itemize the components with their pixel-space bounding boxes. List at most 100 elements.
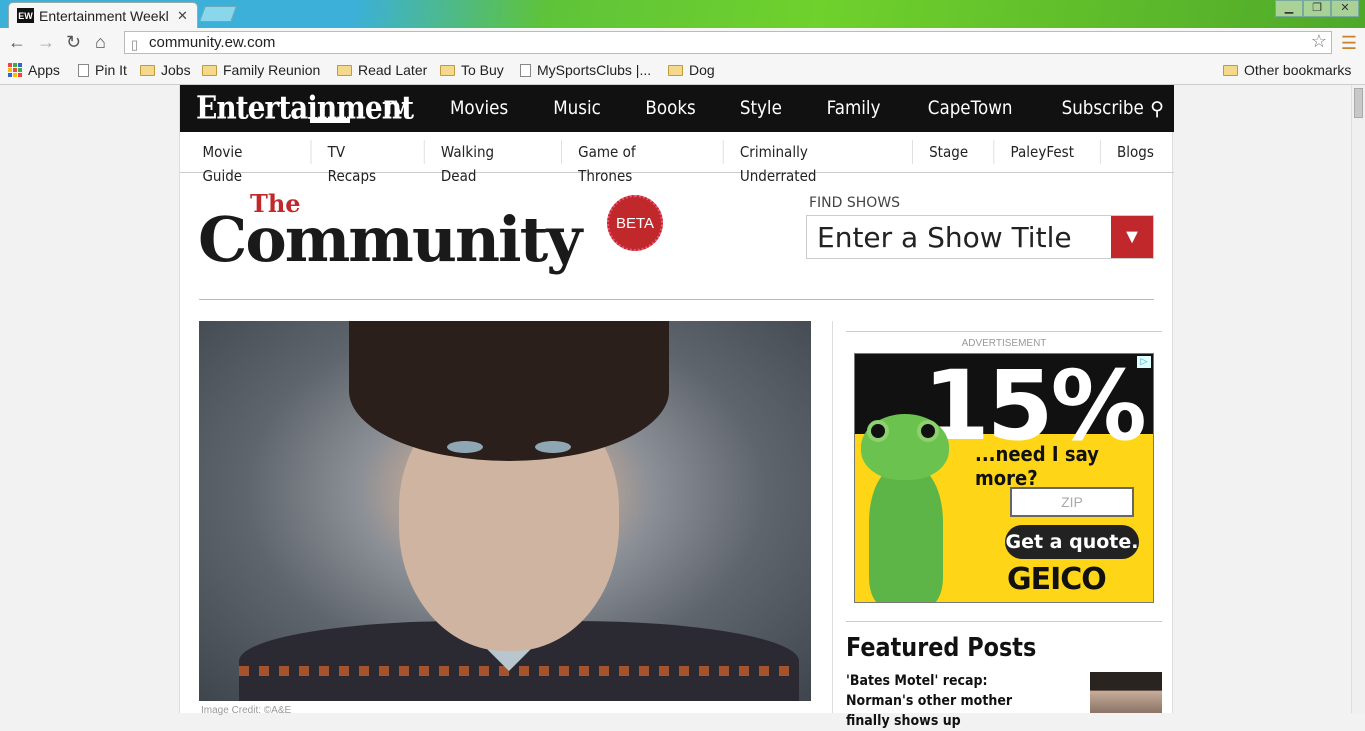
- logo-underline: [310, 118, 350, 123]
- page-icon: ▯: [131, 37, 139, 52]
- nav-movies[interactable]: Movies: [433, 85, 525, 132]
- bookmark-label: Read Later: [358, 62, 428, 78]
- ad-brand-logo: GEICO: [1007, 562, 1107, 597]
- close-window-icon[interactable]: ✕: [1331, 0, 1359, 17]
- sidebar-divider: [846, 331, 1162, 332]
- page-icon: [520, 63, 531, 77]
- bookmark-read-later[interactable]: Read Later: [337, 62, 427, 78]
- sidebar-divider: [846, 621, 1162, 622]
- bookmark-label: Family Reunion: [223, 62, 321, 78]
- hero-eye: [447, 441, 483, 453]
- tab-title: Entertainment Weekl: [39, 7, 169, 24]
- hero-hair: [349, 321, 669, 461]
- gecko-eye: [917, 420, 939, 442]
- new-tab-button[interactable]: [199, 6, 237, 22]
- hero-eye: [535, 441, 571, 453]
- bookmark-apps[interactable]: Apps: [8, 62, 60, 78]
- ad-tagline: ...need I say more?: [975, 442, 1099, 490]
- divider: [199, 299, 1154, 300]
- hero-image[interactable]: [199, 321, 811, 701]
- scrollbar[interactable]: [1351, 85, 1365, 713]
- dropdown-arrow-icon[interactable]: ▼: [1111, 216, 1153, 258]
- featured-post-link[interactable]: 'Bates Motel' recap: Norman's other moth…: [846, 671, 1058, 731]
- bookmarks-bar: Apps Pin It Jobs Family Reunion Read Lat…: [0, 58, 1365, 85]
- ad-zip-field[interactable]: ZIP: [1010, 487, 1134, 517]
- ew-favicon-icon: EW: [17, 8, 34, 23]
- gecko-eye: [867, 420, 889, 442]
- folder-icon: [440, 64, 455, 76]
- home-icon[interactable]: ⌂: [95, 32, 106, 53]
- url-text: community.ew.com: [149, 34, 276, 51]
- folder-icon: [1223, 64, 1238, 76]
- bookmark-mysportsclubs[interactable]: MySportsClubs |...: [520, 62, 651, 78]
- bookmark-label: Other bookmarks: [1244, 62, 1352, 78]
- folder-icon: [668, 64, 683, 76]
- tab-close-icon[interactable]: ✕: [177, 8, 191, 24]
- sub-nav: Movie Guide TV Recaps Walking Dead Game …: [180, 132, 1174, 185]
- nav-style[interactable]: Style: [723, 85, 798, 132]
- beta-badge: BETA: [607, 195, 663, 251]
- bookmark-label: Dog: [689, 62, 715, 78]
- forward-arrow-icon[interactable]: →: [37, 32, 55, 53]
- address-bar[interactable]: ▯ community.ew.com ☆: [124, 31, 1332, 54]
- restore-icon[interactable]: ❐: [1303, 0, 1331, 17]
- adchoices-icon[interactable]: ▷: [1137, 356, 1151, 368]
- advertisement-label: ADVERTISEMENT: [961, 338, 1047, 349]
- bookmark-pin-it[interactable]: Pin It: [78, 62, 127, 78]
- subnav-paleyfest[interactable]: PaleyFest: [993, 140, 1091, 164]
- find-shows-label: FIND SHOWS: [809, 195, 901, 211]
- scrollbar-thumb[interactable]: [1354, 88, 1363, 118]
- column-divider: [832, 321, 833, 713]
- browser-titlebar: EW Entertainment Weekl ✕ ▁ ❐ ✕: [0, 0, 1365, 28]
- featured-post-thumbnail[interactable]: [1090, 672, 1162, 713]
- bookmark-family-reunion[interactable]: Family Reunion: [202, 62, 320, 78]
- bookmark-jobs[interactable]: Jobs: [140, 62, 191, 78]
- bookmark-label: To Buy: [461, 62, 504, 78]
- nav-music[interactable]: Music: [536, 85, 617, 132]
- nav-capetown[interactable]: CapeTown: [911, 85, 1029, 132]
- subnav-game-of-thrones[interactable]: Game of Thrones: [560, 140, 705, 185]
- browser-menu-icon[interactable]: ☰: [1341, 33, 1357, 54]
- reload-icon[interactable]: ↻: [66, 32, 81, 53]
- show-title-input[interactable]: [807, 216, 1111, 258]
- apps-icon: [8, 63, 22, 77]
- folder-icon: [140, 64, 155, 76]
- back-arrow-icon[interactable]: ←: [8, 32, 26, 53]
- subnav-blogs[interactable]: Blogs: [1099, 140, 1170, 164]
- search-icon[interactable]: ⚲: [1150, 98, 1164, 121]
- page-icon: [78, 63, 89, 77]
- subnav-walking-dead[interactable]: Walking Dead: [423, 140, 546, 185]
- subnav-criminally-underrated[interactable]: Criminally Underrated: [722, 140, 899, 185]
- nav-books[interactable]: Books: [629, 85, 713, 132]
- bookmark-dog[interactable]: Dog: [668, 62, 715, 78]
- community-title: Community: [198, 203, 582, 276]
- nav-family[interactable]: Family: [810, 85, 897, 132]
- folder-icon: [202, 64, 217, 76]
- site-container: Entertainment TV Movies Music Books Styl…: [179, 85, 1174, 729]
- bookmark-label: MySportsClubs |...: [537, 62, 652, 78]
- nav-tv[interactable]: TV: [368, 85, 423, 132]
- bookmark-label: Pin It: [95, 62, 127, 78]
- site-header: Entertainment TV Movies Music Books Styl…: [180, 85, 1174, 132]
- minimize-icon[interactable]: ▁: [1275, 0, 1303, 17]
- ad-headline: 15%: [923, 353, 1147, 462]
- bookmark-star-icon[interactable]: ☆: [1311, 31, 1327, 52]
- subnav-stage[interactable]: Stage: [912, 140, 984, 164]
- hero-sweater-pattern: [239, 666, 799, 676]
- browser-toolbar: ← → ↻ ⌂ ▯ community.ew.com ☆ ☰: [0, 28, 1365, 58]
- window-controls: ▁ ❐ ✕: [1275, 0, 1359, 17]
- geico-ad[interactable]: 15% ▷ ...need I say more? ZIP Get a quot…: [854, 353, 1154, 603]
- other-bookmarks[interactable]: Other bookmarks: [1223, 62, 1351, 78]
- get-quote-button[interactable]: Get a quote.: [1005, 525, 1139, 559]
- bookmark-to-buy[interactable]: To Buy: [440, 62, 504, 78]
- browser-tab[interactable]: EW Entertainment Weekl ✕: [8, 2, 198, 28]
- image-credit: Image Credit: ©A&E: [201, 705, 292, 716]
- page-viewport: Entertainment TV Movies Music Books Styl…: [0, 85, 1365, 729]
- subnav-movie-guide[interactable]: Movie Guide: [186, 140, 299, 185]
- featured-posts-heading: Featured Posts: [846, 633, 1037, 663]
- bookmark-label: Jobs: [161, 62, 191, 78]
- main-nav: TV Movies Music Books Style Family CapeT…: [364, 85, 1168, 132]
- find-shows-box: ▼: [806, 215, 1154, 259]
- nav-subscribe[interactable]: Subscribe: [1045, 85, 1161, 132]
- subnav-tv-recaps[interactable]: TV Recaps: [310, 140, 411, 185]
